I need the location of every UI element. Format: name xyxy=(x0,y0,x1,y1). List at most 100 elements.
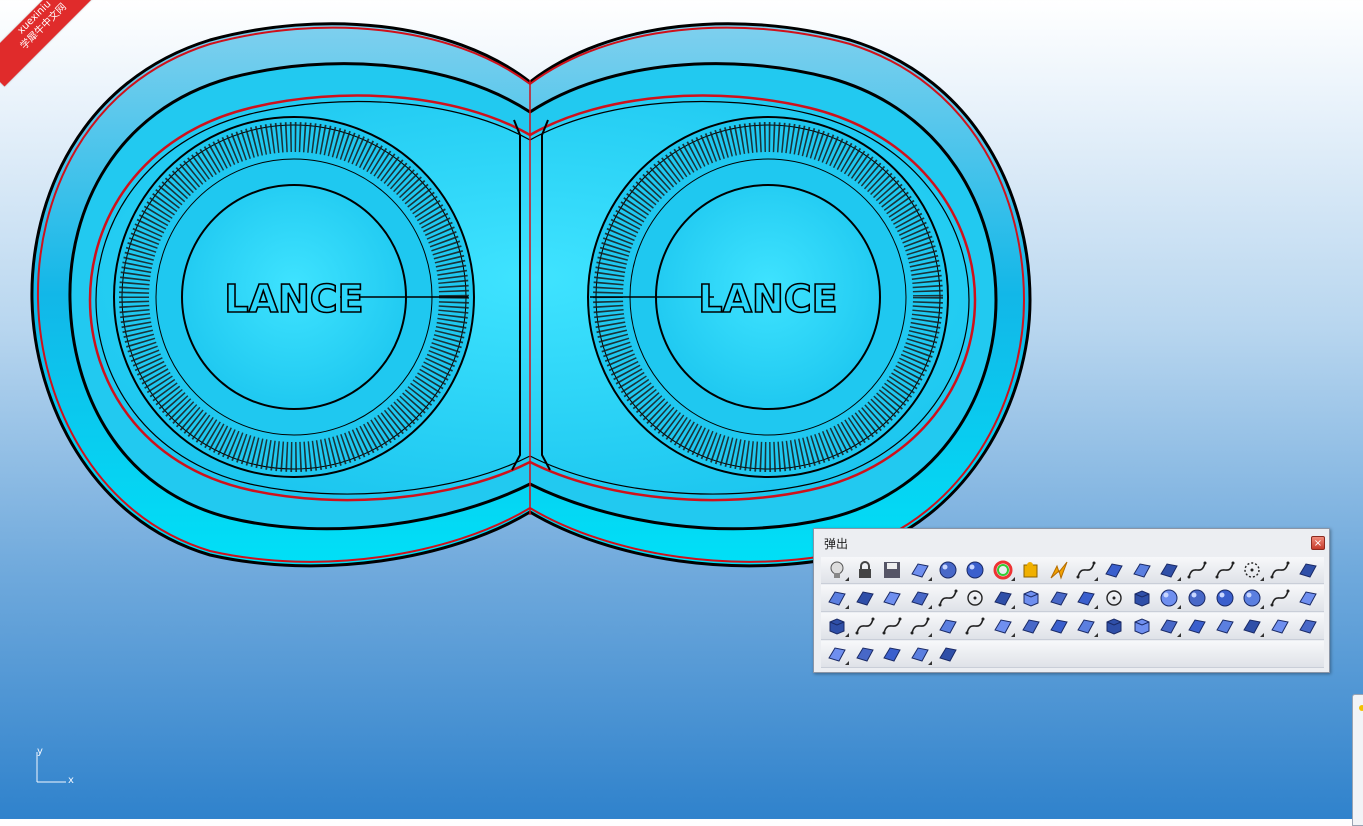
surface-patch-button[interactable] xyxy=(1101,558,1127,582)
move-button[interactable] xyxy=(1129,558,1155,582)
twist-button[interactable] xyxy=(1295,614,1321,638)
boolean-difference-icon xyxy=(1216,589,1234,607)
close-button[interactable]: × xyxy=(1311,536,1325,550)
dimension-icon xyxy=(883,591,902,606)
arc-button[interactable] xyxy=(907,614,933,638)
layers-icon xyxy=(994,591,1012,606)
polyline-button[interactable] xyxy=(935,586,961,610)
color-wheel-icon xyxy=(993,560,1013,580)
boolean-intersect-button[interactable] xyxy=(1239,586,1265,610)
boolean-difference-button[interactable] xyxy=(1212,586,1238,610)
pie-cut-icon xyxy=(1188,619,1206,634)
dotted-circle-button[interactable] xyxy=(1239,558,1265,582)
shaded-sphere-icon xyxy=(966,561,984,579)
axis-x-label: x xyxy=(68,775,74,786)
pie-icon xyxy=(1160,619,1179,634)
bookmark-button[interactable] xyxy=(935,642,961,666)
layers-button[interactable] xyxy=(990,586,1016,610)
polyline-icon xyxy=(938,589,958,607)
sphere-button[interactable] xyxy=(1156,586,1182,610)
puzzle-icon xyxy=(1023,562,1038,578)
pipe-button[interactable] xyxy=(1295,586,1321,610)
dotted-circle-icon xyxy=(1244,562,1261,578)
array-grid-button[interactable] xyxy=(1046,614,1072,638)
lightbulb-button[interactable] xyxy=(824,558,850,582)
curve-1-2-button[interactable] xyxy=(1184,558,1210,582)
funnel-icon xyxy=(1243,619,1262,634)
zigzag-button[interactable] xyxy=(962,614,988,638)
sweep-button[interactable] xyxy=(1073,614,1099,638)
curve-2-button[interactable] xyxy=(1212,558,1238,582)
twist-icon xyxy=(1298,619,1317,634)
lock-button[interactable] xyxy=(852,558,878,582)
popup-title: 弹出 xyxy=(824,537,849,551)
surface-fold-button[interactable] xyxy=(824,642,850,666)
surface-patch-icon xyxy=(1105,563,1123,578)
sparkle-icon xyxy=(1160,563,1179,578)
status-dot-icon xyxy=(1359,705,1363,711)
left-knob-text: LANCE xyxy=(224,277,363,321)
sparkle-button[interactable] xyxy=(1156,558,1182,582)
bookmark-icon xyxy=(938,647,957,662)
axis-y-label: y xyxy=(37,746,43,757)
toolbar-row-2 xyxy=(821,585,1324,612)
side-panel-tab[interactable] xyxy=(1352,694,1363,826)
circle-point-button[interactable] xyxy=(962,586,988,610)
extrude-surface-button[interactable] xyxy=(907,586,933,610)
right-knob-text: LANCE xyxy=(698,277,837,321)
surface-blend-button[interactable] xyxy=(907,642,933,666)
vertical-dims-button[interactable] xyxy=(990,614,1016,638)
surface-wave-icon xyxy=(883,647,902,662)
surface-wave-button[interactable] xyxy=(879,642,905,666)
save-icon xyxy=(884,562,901,578)
blend-curve-button[interactable] xyxy=(879,614,905,638)
curve-2-button[interactable] xyxy=(1267,586,1293,610)
arch-button[interactable] xyxy=(1267,558,1293,582)
cylinder-surface-button[interactable] xyxy=(1018,586,1044,610)
control-points-icon xyxy=(855,591,874,606)
mirror-button[interactable] xyxy=(824,586,850,610)
cylinder-button[interactable] xyxy=(1101,614,1127,638)
dimension-button[interactable] xyxy=(879,586,905,610)
surface-flat-button[interactable] xyxy=(852,642,878,666)
pie-cut-button[interactable] xyxy=(1184,614,1210,638)
surface-edit-icon xyxy=(1215,619,1234,634)
funnel-button[interactable] xyxy=(1239,614,1265,638)
puzzle-button[interactable] xyxy=(1018,558,1044,582)
cylinder-icon xyxy=(1106,618,1122,635)
save-button[interactable] xyxy=(879,558,905,582)
curve-button[interactable] xyxy=(1073,558,1099,582)
toolbar-row-4 xyxy=(821,641,1324,668)
box-icon xyxy=(1134,590,1150,607)
cup-button[interactable] xyxy=(1267,614,1293,638)
control-points-button[interactable] xyxy=(852,586,878,610)
popup-toolbar-window[interactable]: 弹出 × xyxy=(813,528,1330,673)
rhino-top-viewport[interactable]: LANCE LANCE xyxy=(0,0,1363,819)
plane-tilted-button[interactable] xyxy=(1073,586,1099,610)
shaded-sphere-button[interactable] xyxy=(962,558,988,582)
boolean-intersect-icon xyxy=(1243,589,1261,607)
plane-button[interactable] xyxy=(1046,586,1072,610)
arc-icon xyxy=(910,617,930,635)
cup-icon xyxy=(1271,619,1289,634)
panel-button[interactable] xyxy=(1018,614,1044,638)
fillet-curve-button[interactable] xyxy=(852,614,878,638)
pie-button[interactable] xyxy=(1156,614,1182,638)
boolean-union-button[interactable] xyxy=(1184,586,1210,610)
box-button[interactable] xyxy=(1129,586,1155,610)
lightning-button[interactable] xyxy=(1046,558,1072,582)
circle-center-button[interactable] xyxy=(1101,586,1127,610)
panel-icon xyxy=(1022,619,1040,634)
solid-box-button[interactable] xyxy=(824,614,850,638)
walker-icon xyxy=(938,619,957,634)
blend-curve-icon xyxy=(882,617,902,635)
surface-edit-button[interactable] xyxy=(1212,614,1238,638)
zoom-window-button[interactable] xyxy=(907,558,933,582)
grid-sphere-button[interactable] xyxy=(935,558,961,582)
revolve-button[interactable] xyxy=(1295,558,1321,582)
cylinder-solid-button[interactable] xyxy=(1129,614,1155,638)
walker-button[interactable] xyxy=(935,614,961,638)
color-wheel-button[interactable] xyxy=(990,558,1016,582)
grid-sphere-icon xyxy=(939,561,957,579)
move-icon xyxy=(1132,563,1151,578)
